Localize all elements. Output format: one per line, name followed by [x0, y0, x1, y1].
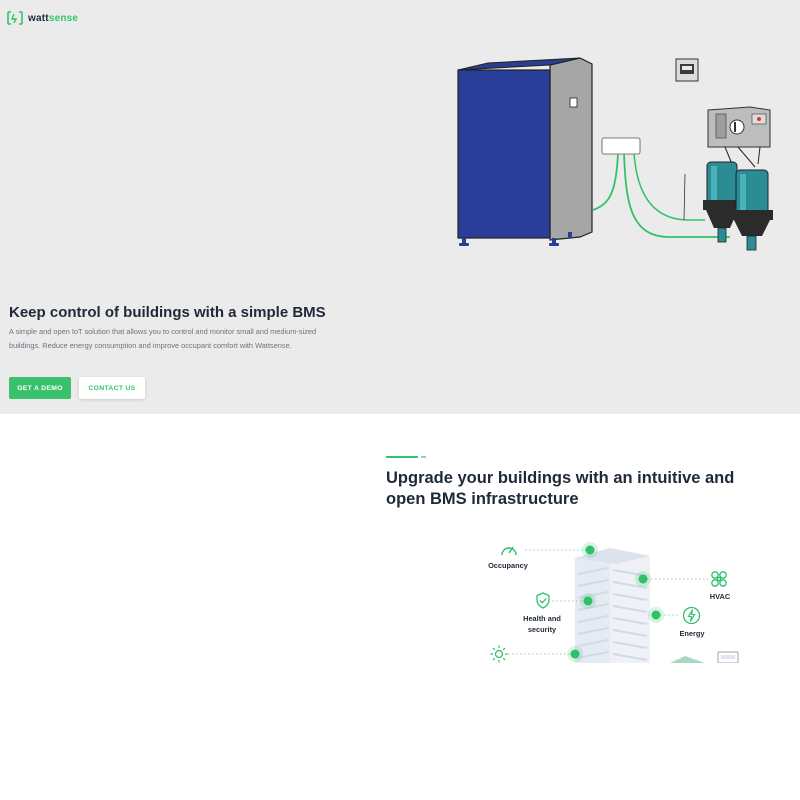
- building-illustration: [575, 548, 739, 663]
- cable: [633, 153, 705, 221]
- hero-section: wattsense Keep control of buildings with…: [0, 0, 800, 414]
- gateway-box: [601, 137, 641, 155]
- sun-icon: [490, 645, 508, 663]
- bms-diagram: Occupancy Health and security HVAC Energ…: [480, 538, 750, 663]
- get-demo-button[interactable]: GET A DEMO: [9, 377, 71, 399]
- section-accent-line: [386, 456, 418, 458]
- lightning-icon: [682, 606, 701, 625]
- cabinet-front: [457, 69, 551, 239]
- feature-hvac-label: HVAC: [709, 592, 731, 601]
- hero-title: Keep control of buildings with a simple …: [9, 304, 326, 321]
- hero-description: A simple and open IoT solution that allo…: [9, 327, 317, 350]
- feature-health-label: Health and security: [523, 614, 561, 634]
- shield-icon: [536, 592, 550, 609]
- contact-us-button[interactable]: CONTACT US: [79, 377, 145, 399]
- cabinet-side: [549, 57, 593, 241]
- feature-occupancy-label: Occupancy: [488, 561, 528, 570]
- hero-illustration: [457, 57, 773, 251]
- wattsense-logo-icon: [7, 11, 23, 25]
- fan-icon: [711, 571, 727, 587]
- section-accent-dot: [421, 456, 426, 458]
- brand-logo[interactable]: wattsense: [7, 10, 78, 26]
- feature-energy-label: Energy: [679, 629, 705, 638]
- gauge-icon: [501, 546, 517, 556]
- brand-wordmark: wattsense: [28, 12, 79, 24]
- pump-left: [703, 161, 741, 243]
- cable: [592, 153, 619, 211]
- cabinet-badge: [569, 97, 578, 108]
- pump-right: [731, 169, 773, 251]
- section-title: Upgrade your buildings with an intuitive…: [386, 469, 735, 508]
